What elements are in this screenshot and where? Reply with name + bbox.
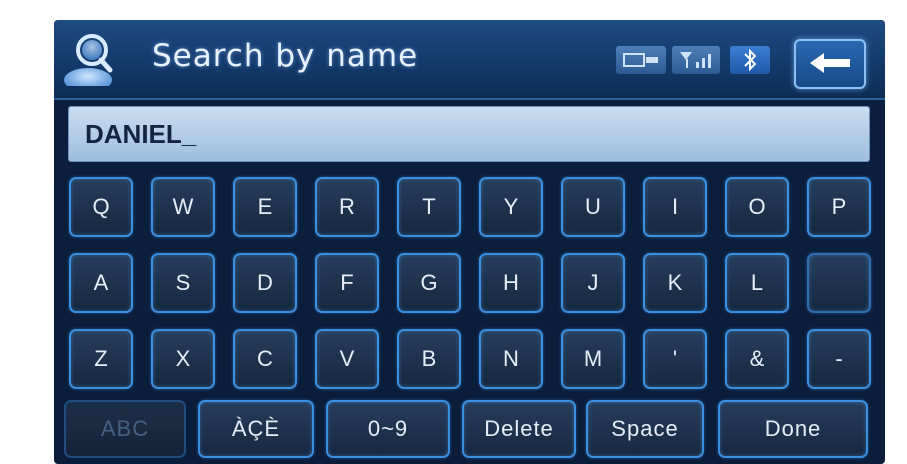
page-title: Search by name bbox=[152, 38, 419, 74]
signal-icon bbox=[672, 46, 720, 74]
key-k[interactable]: K bbox=[643, 253, 707, 313]
key-blank[interactable] bbox=[807, 253, 871, 313]
key-o[interactable]: O bbox=[725, 177, 789, 237]
input-value: DANIEL_ bbox=[85, 119, 197, 149]
person-search-icon bbox=[64, 34, 113, 86]
key-e[interactable]: E bbox=[233, 177, 297, 237]
key-j[interactable]: J bbox=[561, 253, 625, 313]
key-m[interactable]: M bbox=[561, 329, 625, 389]
bluetooth-icon bbox=[730, 46, 770, 74]
space-button[interactable]: Space bbox=[586, 400, 704, 458]
key-t[interactable]: T bbox=[397, 177, 461, 237]
numeric-mode-button[interactable]: 0~9 bbox=[326, 400, 450, 458]
name-search-input[interactable]: DANIEL_ bbox=[68, 106, 870, 162]
accented-mode-button[interactable]: ÀÇÈ bbox=[198, 400, 314, 458]
back-button[interactable] bbox=[794, 39, 866, 89]
key-y[interactable]: Y bbox=[479, 177, 543, 237]
key-b[interactable]: B bbox=[397, 329, 461, 389]
key-q[interactable]: Q bbox=[69, 177, 133, 237]
key-ampersand[interactable]: & bbox=[725, 329, 789, 389]
delete-button[interactable]: Delete bbox=[462, 400, 576, 458]
header-bar: Search by name bbox=[54, 20, 885, 100]
key-u[interactable]: U bbox=[561, 177, 625, 237]
done-button[interactable]: Done bbox=[718, 400, 868, 458]
key-x[interactable]: X bbox=[151, 329, 215, 389]
media-icon bbox=[616, 46, 666, 74]
search-by-name-screen: Search by name DANIEL_ Q W E R T Y U I O… bbox=[54, 20, 885, 464]
key-z[interactable]: Z bbox=[69, 329, 133, 389]
key-c[interactable]: C bbox=[233, 329, 297, 389]
key-f[interactable]: F bbox=[315, 253, 379, 313]
key-a[interactable]: A bbox=[69, 253, 133, 313]
key-n[interactable]: N bbox=[479, 329, 543, 389]
key-l[interactable]: L bbox=[725, 253, 789, 313]
key-s[interactable]: S bbox=[151, 253, 215, 313]
key-d[interactable]: D bbox=[233, 253, 297, 313]
back-arrow-icon bbox=[810, 53, 850, 73]
abc-mode-button[interactable]: ABC bbox=[64, 400, 186, 458]
key-r[interactable]: R bbox=[315, 177, 379, 237]
key-v[interactable]: V bbox=[315, 329, 379, 389]
key-w[interactable]: W bbox=[151, 177, 215, 237]
key-h[interactable]: H bbox=[479, 253, 543, 313]
key-hyphen[interactable]: - bbox=[807, 329, 871, 389]
key-p[interactable]: P bbox=[807, 177, 871, 237]
key-g[interactable]: G bbox=[397, 253, 461, 313]
key-i[interactable]: I bbox=[643, 177, 707, 237]
key-apostrophe[interactable]: ' bbox=[643, 329, 707, 389]
